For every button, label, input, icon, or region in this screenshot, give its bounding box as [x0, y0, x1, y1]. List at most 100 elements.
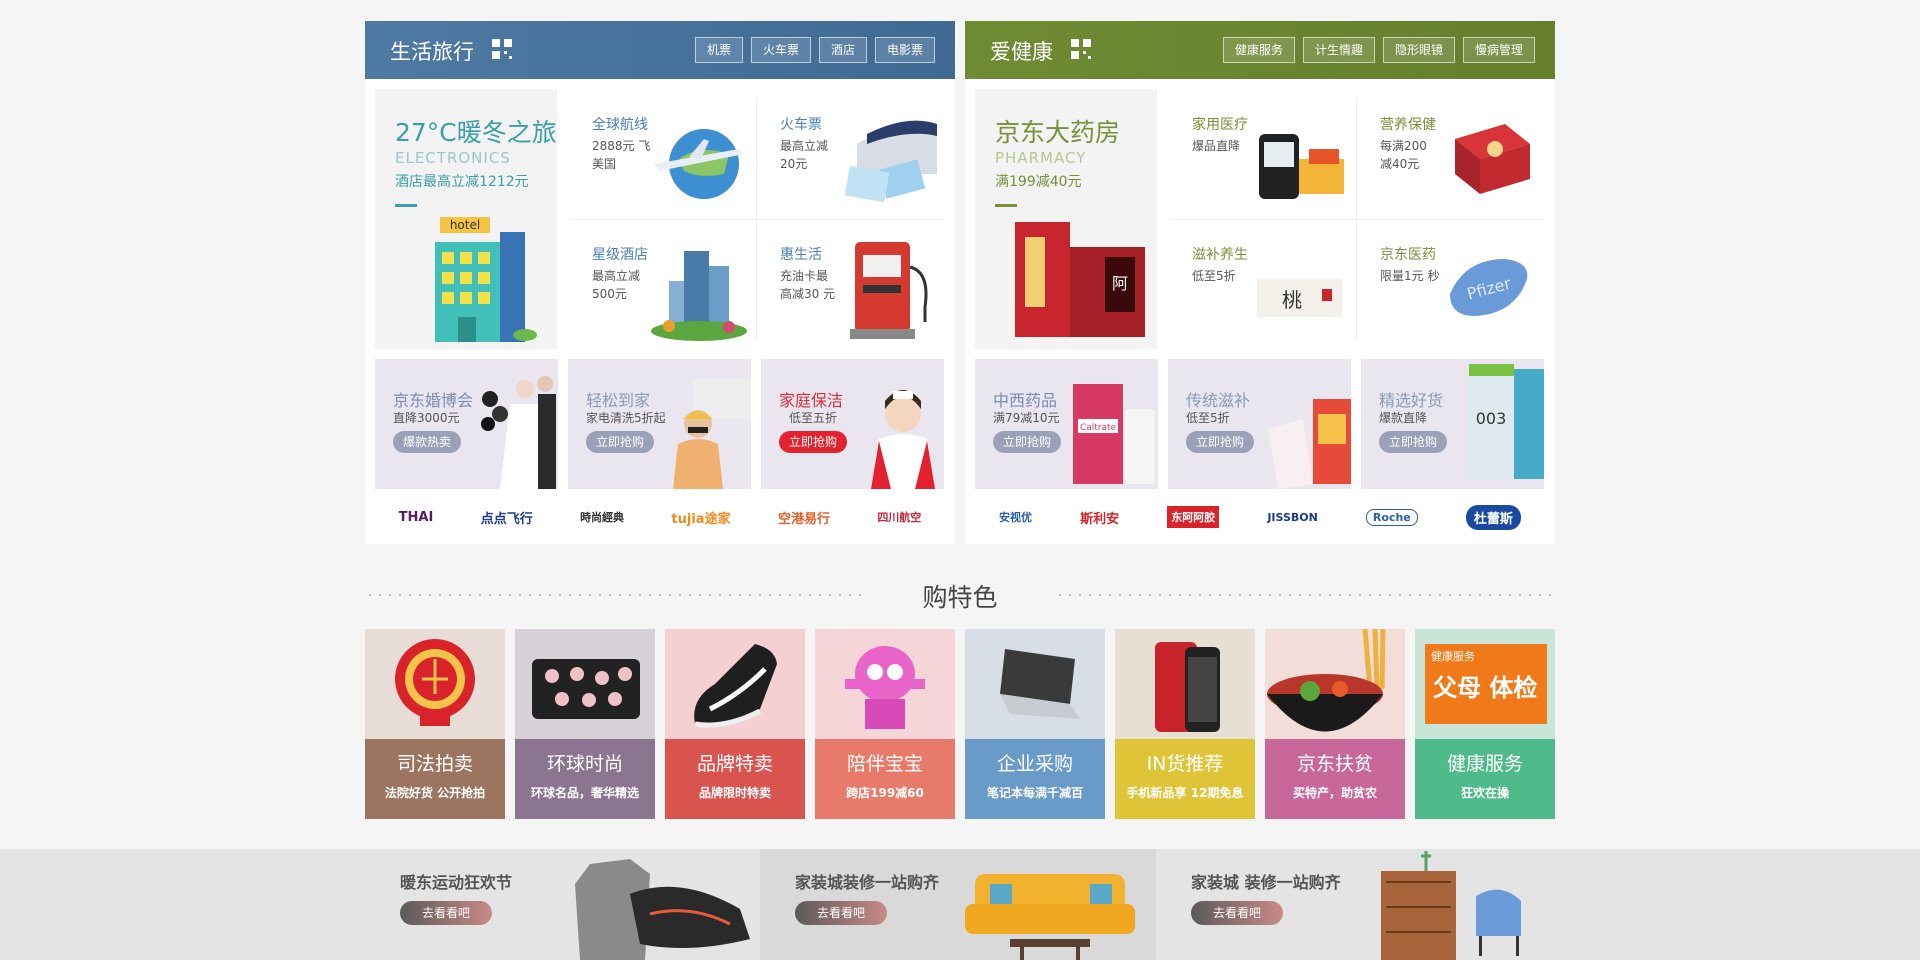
- health-title[interactable]: 爱健康: [990, 36, 1053, 66]
- promo-button[interactable]: 立即抢购: [586, 431, 655, 453]
- noodle-bowl-icon: [1267, 629, 1386, 732]
- feature-label: 品牌特卖 品牌限时特卖: [665, 739, 805, 819]
- banner-sports[interactable]: 暖东运动狂欢节 去看看吧: [365, 849, 760, 960]
- feature-title: 京东扶贫: [1296, 753, 1373, 775]
- health-cell-nutrition[interactable]: 营养保健 每满200 减40元: [1355, 89, 1543, 219]
- promo-title: 传统滋补: [1186, 391, 1251, 410]
- health-cell-tonic[interactable]: 滋补养生 低至5折 桃: [1167, 219, 1355, 349]
- promo-home-cleaning[interactable]: 轻松到家 家电清洗5折起 立即抢购: [568, 359, 751, 489]
- brand-logo[interactable]: THAI: [399, 510, 434, 525]
- promo-selected-goods[interactable]: 精选好货 爆款直降 立即抢购 003: [1361, 359, 1544, 489]
- health-hero-desc: 满199减40元: [995, 174, 1082, 190]
- promo-button[interactable]: 立即抢购: [993, 431, 1062, 453]
- brand-logo[interactable]: 安视优: [999, 509, 1032, 525]
- travel-tags: 机票 火车票 酒店 电影票: [694, 37, 935, 63]
- tag-family-planning[interactable]: 计生情趣: [1302, 37, 1375, 63]
- tag-health-service[interactable]: 健康服务: [1222, 37, 1295, 63]
- featured-global-fashion[interactable]: 环球时尚 环球名品，奢华精选: [515, 629, 655, 819]
- travel-cell-hotel[interactable]: 星级酒店 最高立减 500元: [567, 219, 755, 349]
- brand-logo[interactable]: 点点飞行: [481, 508, 533, 527]
- qr-code-icon[interactable]: [1071, 39, 1091, 59]
- featured-poverty-relief[interactable]: 京东扶贫 买特产，助贫农: [1265, 629, 1405, 819]
- promo-wedding[interactable]: 京东婚博会 直降3000元 爆款热卖: [375, 359, 558, 489]
- featured-brand-sale[interactable]: 品牌特卖 品牌限时特卖: [665, 629, 805, 819]
- cell-desc: 每满200 减40元: [1380, 139, 1427, 171]
- brand-logo[interactable]: 四川航空: [877, 509, 921, 525]
- tag-flights[interactable]: 机票: [694, 37, 743, 63]
- feature-image: [815, 629, 955, 739]
- brand-logo[interactable]: 空港易行: [778, 508, 830, 527]
- travel-panel: 生活旅行 机票 火车票 酒店 电影票 27°C暖冬之旅 ELECTRONICS …: [365, 21, 955, 544]
- brand-logo[interactable]: tujia途家: [671, 508, 730, 527]
- health-badge: 健康服务: [1431, 650, 1475, 663]
- feature-label: 司法拍卖 法院好货 公开抢拍: [365, 739, 505, 819]
- travel-cell-train[interactable]: 火车票 最高立减 20元: [755, 89, 943, 219]
- brand-logo[interactable]: 斯利安: [1080, 508, 1119, 527]
- banner-home-decor[interactable]: 家装城 装修一站购齐 去看看吧: [1156, 849, 1555, 960]
- banner-furniture[interactable]: 家装城装修一站购齐 去看看吧: [760, 849, 1156, 960]
- featured-new-phones[interactable]: IN货推荐 手机新品享 12期免息: [1115, 629, 1255, 819]
- promo-button[interactable]: 爆款热卖: [393, 431, 462, 453]
- featured-enterprise[interactable]: 企业采购 笔记本每满千减百: [965, 629, 1105, 819]
- banner-button[interactable]: 去看看吧: [1191, 901, 1283, 925]
- promo-traditional-tonic[interactable]: 传统滋补 低至5折 立即抢购: [1168, 359, 1351, 489]
- feature-label: IN货推荐 手机新品享 12期免息: [1115, 739, 1255, 819]
- brand-logo[interactable]: Roche: [1365, 508, 1418, 526]
- wedding-couple-icon: [481, 376, 556, 489]
- travel-cell-fuel[interactable]: 惠生活 充油卡最 高减30 元: [755, 219, 943, 349]
- promo-medicine[interactable]: 中西药品 满79减10元 立即抢购 Caltrate: [975, 359, 1158, 489]
- promo-button[interactable]: 立即抢购: [1379, 431, 1448, 453]
- health-hero[interactable]: 京东大药房 PHARMACY 满199减40元 阿: [975, 89, 1157, 349]
- travel-hero[interactable]: 27°C暖冬之旅 ELECTRONICS 酒店最高立减1212元 hotel: [375, 89, 557, 349]
- tag-movie[interactable]: 电影票: [874, 37, 935, 63]
- travel-hero-subtitle: ELECTRONICS: [395, 149, 511, 167]
- health-cell-medical[interactable]: 家用医疗 爆品直降: [1167, 89, 1355, 219]
- brand-logo[interactable]: JISSBON: [1267, 511, 1317, 524]
- promo-housekeeping[interactable]: 家庭保洁 低至五折 立即抢购: [761, 359, 944, 489]
- promo-button[interactable]: 立即抢购: [779, 431, 848, 453]
- feature-title: 企业采购: [996, 753, 1073, 775]
- feature-title: 陪伴宝宝: [846, 753, 923, 775]
- featured-baby-toys[interactable]: 陪伴宝宝 跨店199减60: [815, 629, 955, 819]
- feature-title: IN货推荐: [1146, 753, 1224, 775]
- globe-airplane-icon: [654, 129, 744, 199]
- travel-hero-title: 27°C暖冬之旅: [395, 118, 557, 147]
- feature-image: [1265, 629, 1405, 739]
- featured-judicial-auction[interactable]: 司法拍卖 法院好货 公开抢拍: [365, 629, 505, 819]
- cell-desc: 2888元 飞美国: [592, 139, 651, 171]
- laptop-icon: [1000, 649, 1080, 719]
- tag-train[interactable]: 火车票: [750, 37, 811, 63]
- bookshelf-chair-icon: [1381, 851, 1521, 960]
- health-cell-pharmacy[interactable]: 京东医药 限量1元 秒 Pfizer: [1355, 219, 1543, 349]
- brand-logo[interactable]: 時尚經典: [580, 509, 624, 525]
- glucose-meter-icon: [1259, 134, 1344, 199]
- tag-hotel[interactable]: 酒店: [818, 37, 867, 63]
- toy-robot-icon: [845, 646, 925, 729]
- promo-button[interactable]: 立即抢购: [1186, 431, 1255, 453]
- sofa-icon: [965, 874, 1135, 960]
- cell-desc: 最高立减 500元: [592, 269, 641, 301]
- brand-logo[interactable]: 东阿阿胶: [1167, 506, 1220, 528]
- travel-cell-flights[interactable]: 全球航线 2888元 飞美国: [567, 89, 755, 219]
- hero-accent-bar: [395, 204, 417, 207]
- promo-title: 轻松到家: [586, 391, 651, 410]
- tag-chronic-care[interactable]: 慢病管理: [1462, 37, 1535, 63]
- feature-title: 环球时尚: [546, 753, 623, 775]
- banner-button[interactable]: 去看看吧: [400, 901, 492, 925]
- cell-title: 家用医疗: [1192, 117, 1248, 133]
- brand-logo[interactable]: 杜蕾斯: [1465, 504, 1521, 530]
- cell-desc: 充油卡最 高减30 元: [780, 269, 836, 301]
- promo-sub: 低至5折: [1186, 411, 1230, 425]
- qr-code-icon[interactable]: [492, 39, 512, 59]
- banner-button[interactable]: 去看看吧: [795, 901, 887, 925]
- tag-contact-lenses[interactable]: 隐形眼镜: [1382, 37, 1455, 63]
- travel-title[interactable]: 生活旅行: [390, 36, 474, 66]
- feature-sub: 笔记本每满千减百: [986, 786, 1083, 800]
- featured-health-service[interactable]: 健康服务 父母 体检 健康服务 狂欢在操: [1415, 629, 1555, 819]
- svg-text:阿: 阿: [1112, 274, 1128, 293]
- feature-image: [665, 629, 805, 739]
- banner-title: 家装城 装修一站购齐: [1191, 873, 1341, 892]
- promo-sub: 低至五折: [789, 411, 838, 425]
- cell-title: 营养保健: [1380, 117, 1436, 133]
- cell-desc: 最高立减 20元: [780, 139, 829, 171]
